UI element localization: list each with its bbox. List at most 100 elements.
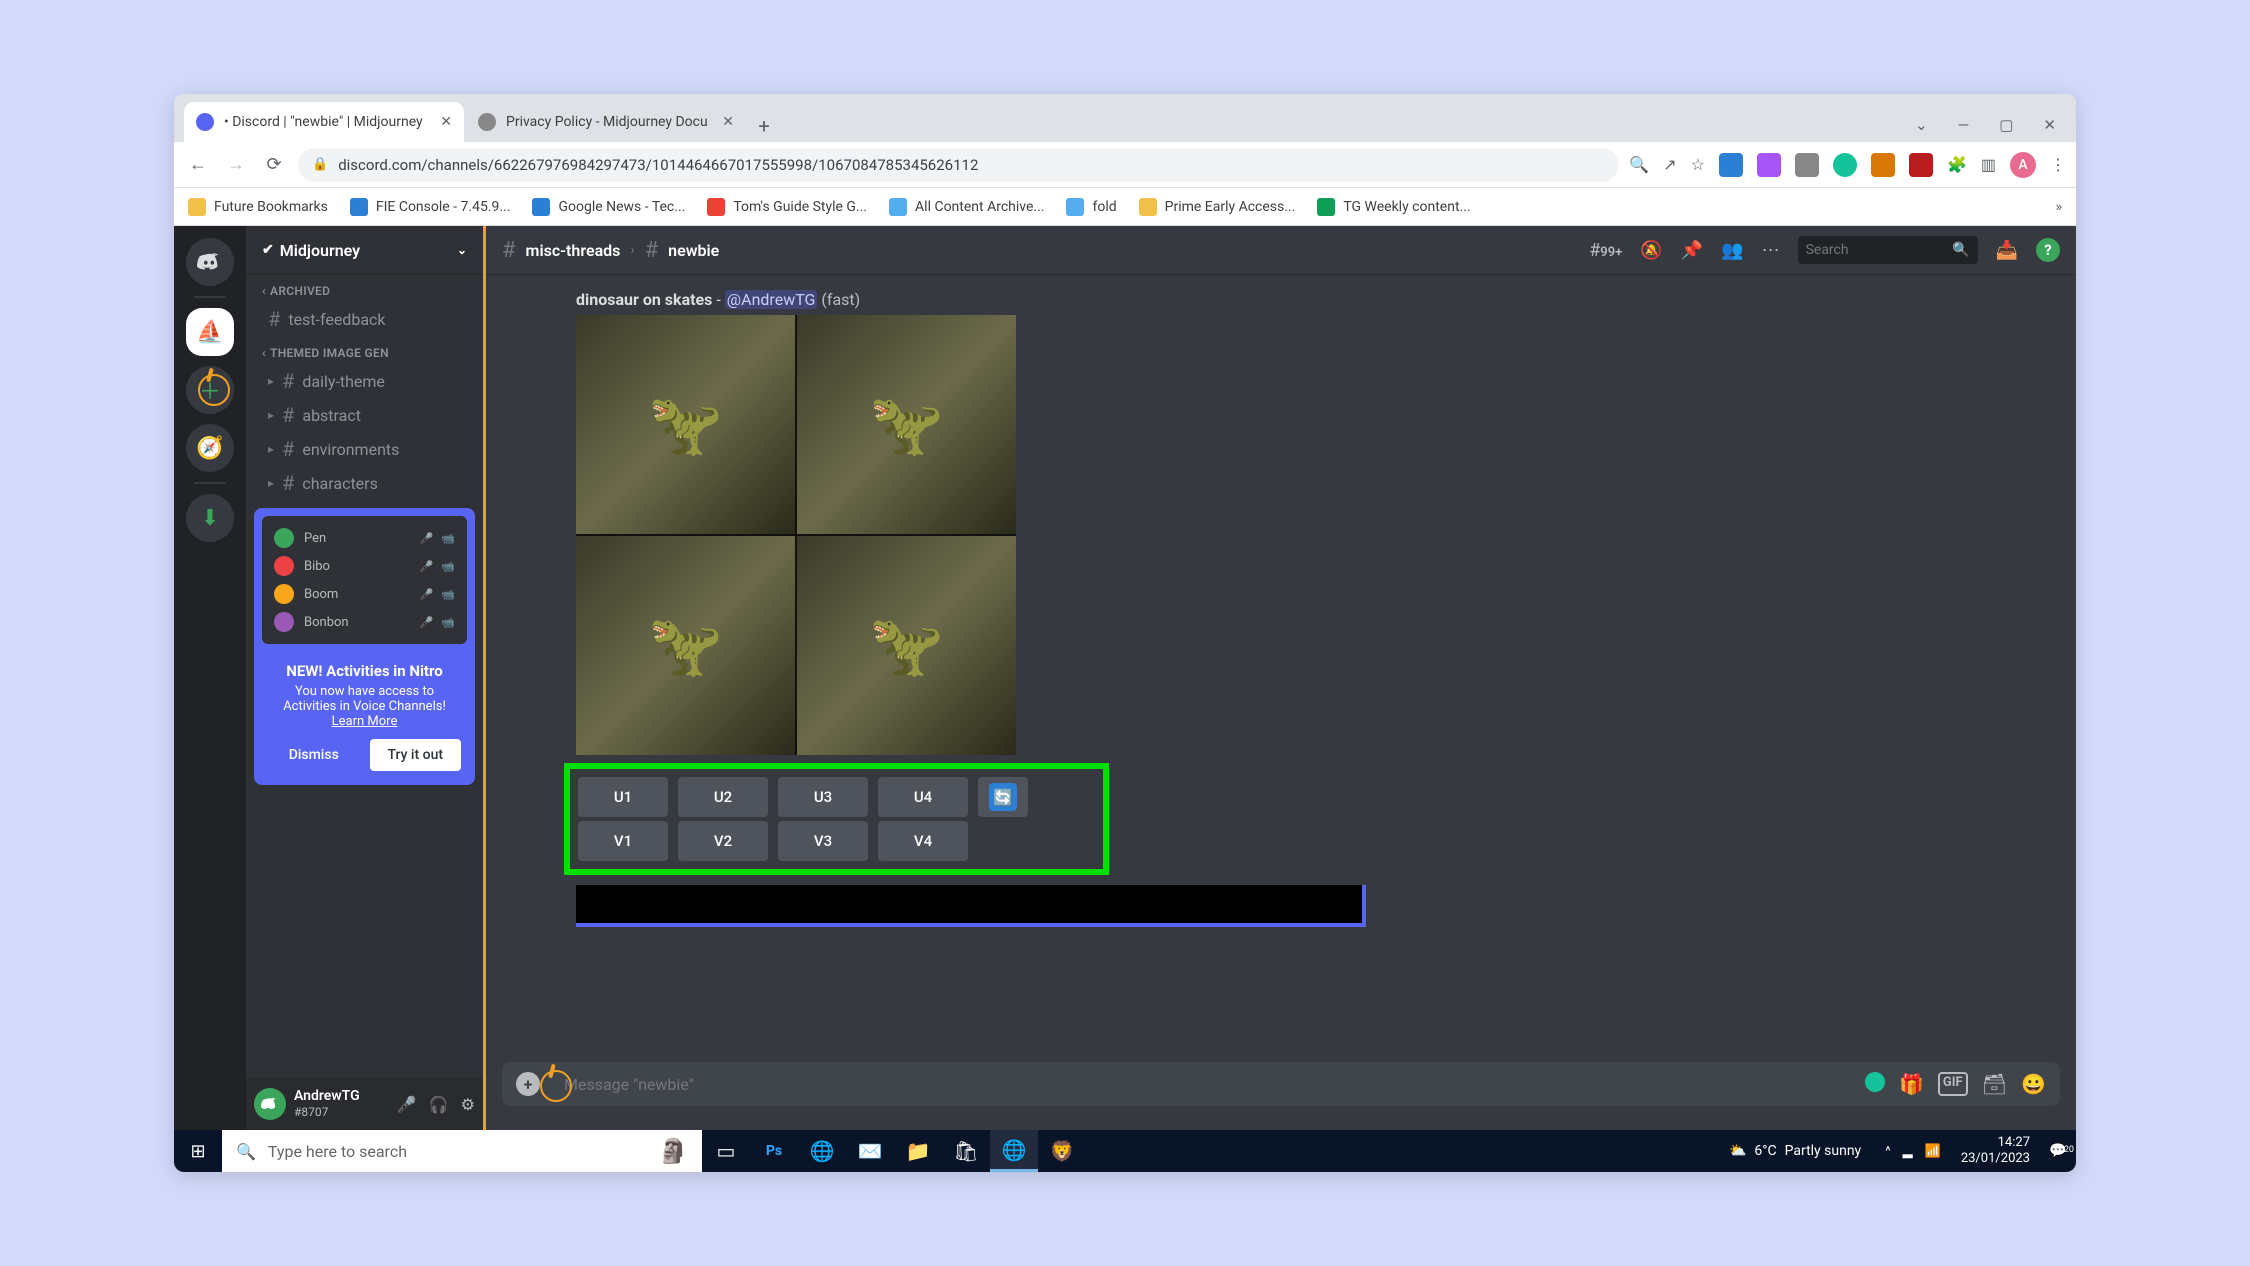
generated-image-2[interactable] <box>797 315 1016 534</box>
upscale-2-button[interactable]: U2 <box>678 777 768 817</box>
pinned-icon[interactable]: 📌 <box>1681 240 1703 261</box>
variation-2-button[interactable]: V2 <box>678 821 768 861</box>
more-icon[interactable]: ⋯ <box>1762 240 1780 261</box>
image-grid[interactable] <box>576 315 1016 755</box>
message-input[interactable]: + Message "newbie" 🎁 GIF 🗃 😀 <box>502 1062 2060 1106</box>
reload-button[interactable]: ⟳ <box>260 151 288 179</box>
extensions-puzzle-icon[interactable]: 🧩 <box>1947 155 1967 174</box>
bookmark-item[interactable]: Tom's Guide Style G... <box>707 198 867 216</box>
close-icon[interactable]: ✕ <box>2043 116 2056 134</box>
channel-test-feedback[interactable]: #test-feedback <box>246 302 483 336</box>
variation-3-button[interactable]: V3 <box>778 821 868 861</box>
mic-mute-icon[interactable]: 🎤 <box>397 1095 417 1114</box>
bookmark-item[interactable]: All Content Archive... <box>889 198 1044 216</box>
share-icon[interactable]: ↗ <box>1663 155 1676 174</box>
upscale-1-button[interactable]: U1 <box>578 777 668 817</box>
attach-button[interactable]: + <box>516 1072 540 1096</box>
extension-icon[interactable] <box>1795 153 1819 177</box>
weather-widget[interactable]: ⛅ 6°C Partly sunny <box>1715 1143 1875 1159</box>
minimize-icon[interactable]: — <box>1958 116 1970 134</box>
notifications-button[interactable]: 💬20 <box>2040 1143 2076 1159</box>
threads-icon[interactable]: #99+ <box>1589 240 1622 261</box>
grammarly-icon[interactable] <box>1833 153 1857 177</box>
bookmarks-overflow-icon[interactable]: » <box>2055 199 2062 215</box>
dismiss-button[interactable]: Dismiss <box>268 739 360 771</box>
start-button[interactable]: ⊞ <box>174 1130 222 1172</box>
sidepanel-icon[interactable]: ▥ <box>1981 155 1996 174</box>
app-icon[interactable]: 🦁 <box>1038 1130 1086 1172</box>
add-server-button[interactable]: ＋ <box>186 366 234 414</box>
breadcrumb-parent[interactable]: misc-threads <box>526 241 621 260</box>
explore-button[interactable]: 🧭 <box>186 424 234 472</box>
extension-icon[interactable] <box>1719 153 1743 177</box>
windows-search[interactable]: 🔍 Type here to search 🗿 <box>222 1130 702 1172</box>
search-input[interactable]: Search🔍 <box>1798 236 1978 264</box>
bookmark-item[interactable]: TG Weekly content... <box>1317 198 1470 216</box>
extension-icon[interactable] <box>1757 153 1781 177</box>
reroll-button[interactable]: 🔄 <box>978 777 1028 817</box>
close-icon[interactable]: ✕ <box>440 114 452 130</box>
new-tab-button[interactable]: + <box>748 110 780 142</box>
gift-icon[interactable]: 🎁 <box>1899 1072 1924 1096</box>
photoshop-icon[interactable]: Ps <box>750 1130 798 1172</box>
profile-avatar[interactable]: A <box>2010 152 2036 178</box>
extension-icon[interactable] <box>1871 153 1895 177</box>
clock[interactable]: 14:27 23/01/2023 <box>1951 1135 2040 1166</box>
url-input[interactable]: 🔒 discord.com/channels/66226797698429747… <box>298 148 1619 182</box>
user-mention[interactable]: @AndrewTG <box>725 290 818 309</box>
notifications-muted-icon[interactable]: 🔕 <box>1640 240 1662 261</box>
discord-home-button[interactable] <box>186 238 234 286</box>
download-button[interactable]: ⬇ <box>186 494 234 542</box>
emoji-icon[interactable]: 😀 <box>2021 1072 2046 1096</box>
upscale-3-button[interactable]: U3 <box>778 777 868 817</box>
battery-icon[interactable]: ▂ <box>1903 1144 1913 1159</box>
user-avatar[interactable] <box>254 1088 286 1120</box>
channel-characters[interactable]: ▸#characters <box>246 466 483 500</box>
maximize-icon[interactable]: ▢ <box>1999 116 2013 134</box>
server-header[interactable]: ✔ Midjourney ⌄ <box>246 226 483 274</box>
upscale-4-button[interactable]: U4 <box>878 777 968 817</box>
task-view-icon[interactable]: ▭ <box>702 1130 750 1172</box>
gif-icon[interactable]: GIF <box>1938 1072 1968 1096</box>
bookmark-item[interactable]: fold <box>1066 198 1116 216</box>
kebab-menu-icon[interactable]: ⋮ <box>2050 155 2066 174</box>
members-icon[interactable]: 👥 <box>1721 240 1743 261</box>
channel-abstract[interactable]: ▸#abstract <box>246 398 483 432</box>
variation-4-button[interactable]: V4 <box>878 821 968 861</box>
wifi-icon[interactable]: 📶 <box>1925 1144 1941 1159</box>
chrome-icon[interactable]: 🌐 <box>990 1130 1038 1172</box>
learn-more-link[interactable]: Learn More <box>332 714 398 729</box>
bookmark-item[interactable]: Google News - Tec... <box>532 198 685 216</box>
search-icon[interactable]: 🔍 <box>1629 155 1649 174</box>
server-midjourney[interactable]: ⛵ <box>186 308 234 356</box>
help-icon[interactable]: ? <box>2036 238 2060 262</box>
forward-button[interactable]: → <box>222 151 250 179</box>
try-it-button[interactable]: Try it out <box>370 739 462 771</box>
generated-image-3[interactable] <box>576 536 795 755</box>
tab-discord[interactable]: • Discord | "newbie" | Midjourney ✕ <box>184 102 464 142</box>
variation-1-button[interactable]: V1 <box>578 821 668 861</box>
store-icon[interactable]: 🛍 <box>942 1130 990 1172</box>
category-archived[interactable]: ‹ARCHIVED <box>246 274 483 302</box>
bookmark-star-icon[interactable]: ☆ <box>1691 155 1705 174</box>
bookmark-item[interactable]: Prime Early Access... <box>1139 198 1296 216</box>
bookmark-item[interactable]: FIE Console - 7.45.9... <box>350 198 511 216</box>
generated-image-1[interactable] <box>576 315 795 534</box>
bookmark-item[interactable]: Future Bookmarks <box>188 198 328 216</box>
edge-icon[interactable]: 🌐 <box>798 1130 846 1172</box>
generated-image-4[interactable] <box>797 536 1016 755</box>
channel-daily-theme[interactable]: ▸#daily-theme <box>246 364 483 398</box>
inbox-icon[interactable]: 📥 <box>1996 240 2018 261</box>
mail-icon[interactable]: ✉️ <box>846 1130 894 1172</box>
tray-chevron-icon[interactable]: ^ <box>1885 1144 1890 1159</box>
channel-environments[interactable]: ▸#environments <box>246 432 483 466</box>
settings-gear-icon[interactable]: ⚙ <box>461 1095 475 1114</box>
sticker-icon[interactable]: 🗃 <box>1982 1072 2007 1096</box>
close-icon[interactable]: ✕ <box>722 114 734 130</box>
category-themed[interactable]: ‹THEMED IMAGE GEN <box>246 336 483 364</box>
explorer-icon[interactable]: 📁 <box>894 1130 942 1172</box>
headphones-icon[interactable]: 🎧 <box>429 1095 449 1114</box>
grammarly-icon[interactable] <box>1865 1072 1885 1092</box>
chevron-down-icon[interactable]: ⌄ <box>1915 116 1928 134</box>
extension-icon[interactable] <box>1909 153 1933 177</box>
